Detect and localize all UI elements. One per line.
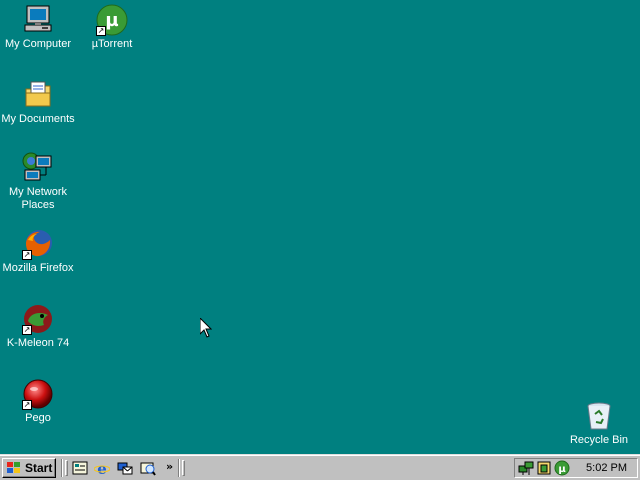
taskbar-clock[interactable]: 5:02 PM [586, 462, 627, 474]
desktop-icon-label: K-Meleon 74 [6, 337, 70, 349]
start-button[interactable]: Start [2, 458, 56, 478]
my-documents-icon [22, 79, 54, 111]
outlook-express-icon[interactable] [117, 460, 133, 476]
my-computer-icon [22, 4, 54, 36]
windows-logo-icon [7, 462, 20, 473]
desktop-icon-pego[interactable]: ↗ Pego [0, 378, 76, 425]
network-tray-icon[interactable] [518, 460, 534, 476]
utorrent-icon: µ ↗ [96, 4, 128, 36]
taskbar-buttons-grip[interactable] [182, 460, 185, 476]
desktop-icon-label: My Documents [1, 113, 75, 125]
shortcut-arrow-icon: ↗ [22, 325, 32, 335]
desktop-icon-recycle-bin[interactable]: Recycle Bin [561, 400, 637, 447]
shortcut-arrow-icon: ↗ [22, 250, 32, 260]
desktop-icon-k-meleon[interactable]: ↗ K-Meleon 74 [0, 303, 76, 350]
desktop-icon-my-documents[interactable]: My Documents [0, 79, 76, 126]
desktop-icon-label: Pego [25, 412, 51, 424]
desktop-icon-my-computer[interactable]: My Computer [0, 4, 76, 51]
svg-text:µ: µ [558, 464, 566, 475]
recycle-bin-icon [583, 400, 615, 432]
desktop-icon-utorrent[interactable]: µ ↗ µTorrent [74, 4, 150, 51]
desktop-icon-label: Recycle Bin [569, 434, 629, 446]
security-tray-icon[interactable] [536, 460, 552, 476]
my-network-places-icon [22, 152, 54, 184]
windows-media-icon[interactable] [140, 460, 156, 476]
taskbar: Start e » µ 5:02 PM [0, 454, 640, 480]
show-desktop-icon[interactable] [72, 460, 88, 476]
shortcut-arrow-icon: ↗ [96, 26, 106, 36]
desktop-icon-label: µTorrent [91, 38, 133, 50]
taskbar-divider [178, 459, 180, 477]
k-meleon-icon: ↗ [22, 303, 54, 335]
desktop-icon-label: My Computer [4, 38, 72, 50]
mouse-cursor-icon [200, 318, 212, 338]
quick-launch-chevron[interactable]: » [166, 460, 173, 473]
svg-text:µ: µ [105, 10, 118, 31]
quick-launch-grip[interactable] [65, 460, 68, 476]
svg-text:e: e [97, 460, 107, 476]
desktop-icon-mozilla-firefox[interactable]: ↗ Mozilla Firefox [0, 228, 76, 275]
desktop-icon-label: Mozilla Firefox [2, 262, 74, 274]
taskbar-divider [61, 459, 63, 477]
shortcut-arrow-icon: ↗ [22, 400, 32, 410]
desktop[interactable]: My Computer µ ↗ µTorrent My Documents My… [0, 0, 640, 454]
desktop-icon-my-network-places[interactable]: My Network Places [0, 152, 76, 212]
system-tray: µ 5:02 PM [514, 458, 638, 478]
desktop-icon-label: My Network Places [8, 186, 68, 211]
utorrent-tray-icon[interactable]: µ [554, 460, 570, 476]
firefox-icon: ↗ [22, 228, 54, 260]
internet-explorer-icon[interactable]: e [94, 460, 110, 476]
start-label: Start [25, 461, 53, 475]
pego-icon: ↗ [22, 378, 54, 410]
